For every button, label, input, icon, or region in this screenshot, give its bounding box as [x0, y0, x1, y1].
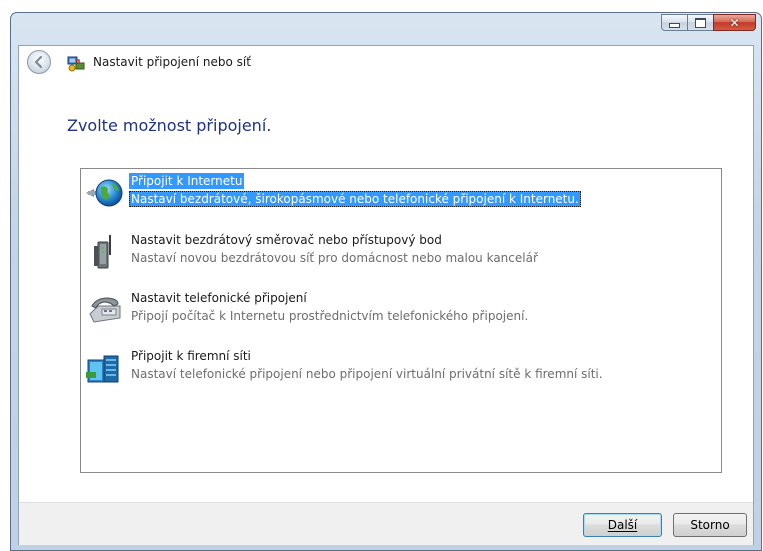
- minimize-icon: [669, 23, 680, 28]
- option-title: Připojit k Internetu: [129, 173, 245, 189]
- next-button[interactable]: Další: [583, 513, 662, 537]
- cancel-button-label: Storno: [690, 518, 730, 532]
- wireless-router-icon: [94, 235, 111, 269]
- next-button-label: Další: [607, 518, 638, 532]
- workplace-network-icon: [86, 355, 119, 383]
- title-bar[interactable]: ✕: [11, 13, 761, 45]
- connection-options-list[interactable]: Připojit k Internetu Nastaví bezdrátové,…: [80, 168, 722, 473]
- button-bar: Další Storno: [19, 502, 753, 545]
- network-setup-icon: [67, 56, 85, 72]
- option-title: Nastavit bezdrátový směrovač nebo přístu…: [131, 233, 442, 247]
- cancel-button[interactable]: Storno: [673, 513, 747, 537]
- close-button[interactable]: ✕: [713, 14, 756, 31]
- globe-network-icon: [86, 179, 123, 207]
- minimize-button[interactable]: [661, 14, 688, 31]
- close-icon: ✕: [729, 15, 740, 30]
- option-workplace[interactable]: Připojit k firemní síti Nastaví telefoni…: [81, 347, 721, 387]
- navigation-bar: Nastavit připojení nebo síť: [19, 46, 753, 80]
- dialup-phone-icon: [89, 297, 121, 323]
- option-description: Připojí počítač k Internetu prostřednict…: [131, 309, 529, 323]
- page-heading: Zvolte možnost připojení.: [67, 116, 272, 135]
- caption-buttons: ✕: [661, 14, 756, 31]
- option-title: Připojit k firemní síti: [131, 349, 251, 363]
- option-connect-internet[interactable]: Připojit k Internetu Nastaví bezdrátové,…: [81, 172, 721, 212]
- maximize-button[interactable]: [687, 14, 714, 31]
- option-dialup[interactable]: Nastavit telefonické připojení Připojí p…: [81, 289, 721, 329]
- option-title: Nastavit telefonické připojení: [131, 291, 307, 305]
- option-description: Nastaví bezdrátové, širokopásmové nebo t…: [129, 191, 581, 207]
- option-description: Nastaví telefonické připojení nebo připo…: [131, 367, 603, 381]
- option-wireless-router[interactable]: Nastavit bezdrátový směrovač nebo přístu…: [81, 231, 721, 271]
- maximize-icon: [695, 17, 706, 28]
- dialog-window: ✕ Nastavit připojení nebo síť Zvolte mož…: [10, 12, 762, 551]
- back-button[interactable]: [27, 50, 51, 74]
- dialog-content: Nastavit připojení nebo síť Zvolte možno…: [18, 45, 754, 545]
- back-arrow-icon: [34, 55, 43, 69]
- window-title: Nastavit připojení nebo síť: [93, 55, 251, 69]
- option-description: Nastaví novou bezdrátovou síť pro domácn…: [131, 251, 538, 265]
